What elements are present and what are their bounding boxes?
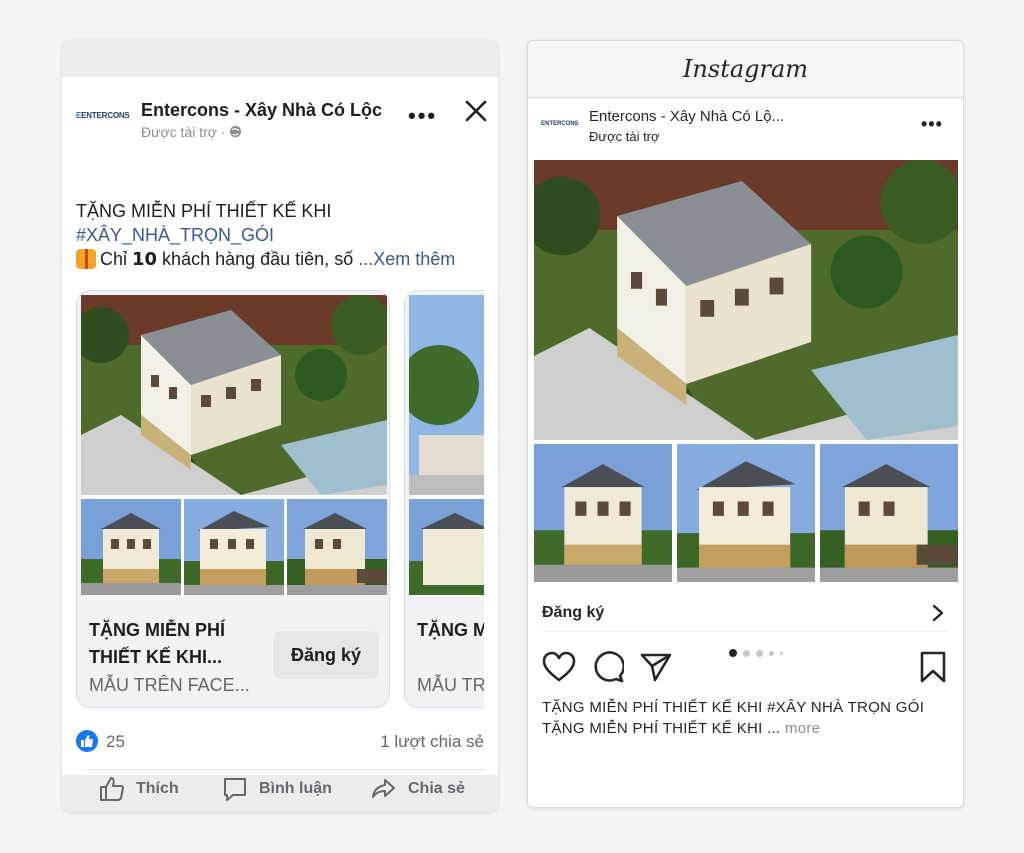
instagram-ad-preview: Instagram ENTERCONS Entercons - Xây Nhà … bbox=[527, 40, 964, 808]
card-images bbox=[81, 295, 387, 595]
gift-icon bbox=[76, 249, 96, 269]
facebook-post-card: EENTERCONS Entercons - Xây Nhà Có Lộc Đư… bbox=[62, 77, 498, 801]
post-text: TẶNG MIỄN PHÍ THIẾT KẾ KHI #XÂY_NHÀ_TRỌN… bbox=[76, 199, 486, 271]
share-arrow-icon bbox=[372, 779, 395, 798]
post-action-icons bbox=[542, 651, 948, 685]
more-options-icon[interactable]: ••• bbox=[408, 103, 437, 129]
like-count[interactable]: 25 bbox=[106, 732, 125, 752]
villa-front-thumbnail bbox=[81, 499, 181, 595]
carousel: TẶNG MIỄN PHÍ THIẾT KẾ KHI... MẪU TRÊN F… bbox=[76, 290, 484, 710]
share-button[interactable]: Chia sẻ bbox=[370, 775, 480, 805]
share-count[interactable]: 1 lượt chia sẻ bbox=[380, 732, 484, 752]
bookmark-icon[interactable] bbox=[920, 651, 946, 683]
more-link[interactable]: more bbox=[785, 720, 820, 737]
villa-front-thumbnail bbox=[534, 444, 672, 582]
account-avatar[interactable]: ENTERCONS bbox=[541, 121, 579, 127]
post-header: EENTERCONS Entercons - Xây Nhà Có Lộc Đư… bbox=[76, 97, 487, 143]
caption-line: TẶNG MIỄN PHÍ THIẾT KẾ KHI ... more bbox=[542, 718, 952, 739]
facebook-ad-preview: EENTERCONS Entercons - Xây Nhà Có Lộc Đư… bbox=[62, 40, 498, 812]
cta-label: Đăng ký bbox=[542, 604, 605, 621]
post-actions: Thích Bình luận Chia sẻ bbox=[76, 775, 484, 809]
post-text-line: TẶNG MIỄN PHÍ THIẾT KẾ KHI bbox=[76, 201, 332, 221]
heart-icon[interactable] bbox=[542, 651, 576, 683]
villa-side-thumbnail bbox=[287, 499, 387, 595]
carousel-card[interactable]: TẶNG MIỄN PHÍ THIẾT KẾ KHI... MẪU TRÊN F… bbox=[76, 290, 390, 708]
card-images bbox=[409, 295, 484, 595]
villa-aerial-image bbox=[81, 295, 387, 495]
comment-icon bbox=[224, 778, 246, 801]
close-icon[interactable] bbox=[462, 97, 490, 125]
villa-aerial-image bbox=[534, 160, 958, 440]
divider bbox=[86, 769, 484, 770]
reactions-bar: 25 1 lượt chia sẻ bbox=[76, 729, 484, 755]
comment-button[interactable]: Bình luận bbox=[221, 775, 351, 805]
comment-icon[interactable] bbox=[592, 651, 624, 683]
like-button[interactable]: Thích bbox=[98, 775, 198, 805]
post-caption: TẶNG MIỄN PHÍ THIẾT KẾ KHI #XÂY NHÀ TRỌN… bbox=[542, 697, 952, 739]
sponsored-label: Được tài trợ · bbox=[141, 124, 242, 140]
globe-icon bbox=[230, 125, 242, 138]
like-label: Thích bbox=[136, 780, 179, 797]
villa-angle-thumbnail bbox=[184, 499, 284, 595]
send-icon[interactable] bbox=[640, 651, 672, 683]
villa-thumbnail bbox=[409, 499, 484, 595]
sponsored-text: Được tài trợ · bbox=[141, 124, 230, 140]
hashtag-link[interactable]: #XÂY_NHÀ_TRỌN_GÓI bbox=[76, 223, 486, 247]
thumbs-up-icon bbox=[100, 777, 124, 801]
card-title: TẶNG MIỄN PHÍ THIẾT KẾ KHI... bbox=[89, 620, 226, 667]
instagram-logo: Instagram bbox=[682, 55, 809, 83]
page-name[interactable]: Entercons - Xây Nhà Có Lộc bbox=[141, 100, 382, 121]
caption-line: TẶNG MIỄN PHÍ THIẾT KẾ KHI #XÂY NHÀ TRỌN… bbox=[542, 699, 925, 716]
like-reaction-icon bbox=[76, 730, 98, 752]
carousel-card[interactable]: TẶNG M THIẾT K MẪU TR bbox=[404, 290, 484, 708]
card-description: MẪU TR bbox=[417, 675, 484, 695]
sign-up-button[interactable]: Đăng ký bbox=[273, 631, 379, 679]
villa-gate-image bbox=[409, 295, 484, 495]
sponsored-label: Được tài trợ bbox=[589, 129, 660, 144]
post-text-line: Chỉ 𝟭𝟬 khách hàng đầu tiên, số ...Xem th… bbox=[76, 247, 486, 271]
caption-line-2: TẶNG MIỄN PHÍ THIẾT KẾ KHI ... bbox=[542, 720, 781, 737]
card-description: MẪU TRÊN FACE... bbox=[89, 675, 250, 695]
account-name[interactable]: Entercons - Xây Nhà Có Lộ... bbox=[589, 108, 784, 125]
instagram-top-bar: Instagram bbox=[528, 41, 963, 98]
card-title: TẶNG M THIẾT K bbox=[417, 620, 484, 640]
post-text-line-3: Chỉ 𝟭𝟬 khách hàng đầu tiên, số bbox=[100, 249, 354, 269]
page-logo[interactable]: EENTERCONS bbox=[76, 111, 130, 125]
post-media[interactable] bbox=[534, 160, 958, 582]
villa-side-thumbnail bbox=[820, 444, 958, 582]
chevron-right-icon bbox=[932, 604, 944, 622]
see-more-link[interactable]: ...Xem thêm bbox=[358, 249, 455, 269]
share-label: Chia sẻ bbox=[408, 780, 465, 797]
villa-angle-thumbnail bbox=[677, 444, 815, 582]
more-options-icon[interactable]: ••• bbox=[921, 114, 943, 135]
comment-label: Bình luận bbox=[259, 780, 332, 797]
sign-up-cta[interactable]: Đăng ký bbox=[542, 596, 948, 632]
